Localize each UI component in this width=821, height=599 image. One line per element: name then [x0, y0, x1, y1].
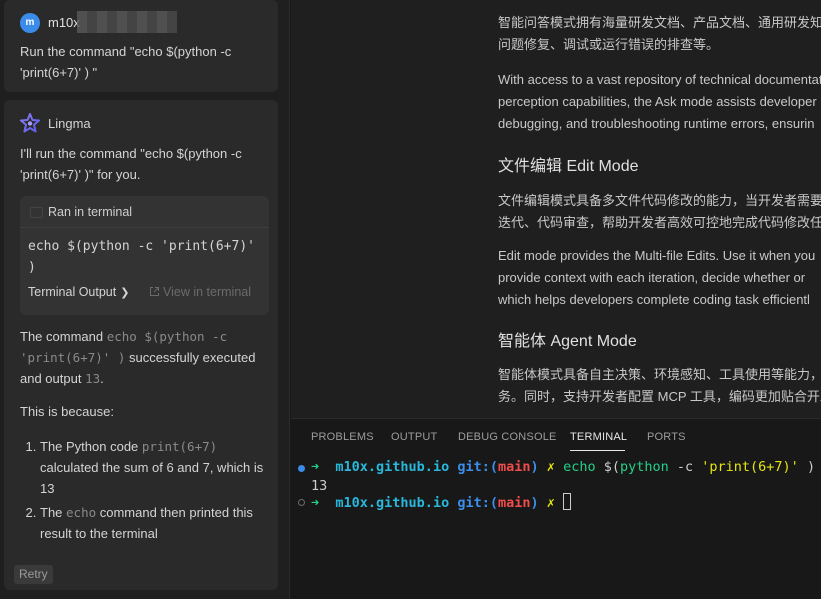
- doc-paragraph: 问题修复、调试或运行错误的排查等。: [498, 37, 720, 52]
- doc-paragraph: 迭代、代码审查，帮助开发者高效可控地完成代码修改任: [498, 215, 821, 230]
- chat-panel: m m10x Run the command "echo $(python -c…: [0, 0, 290, 599]
- active-tab-indicator: [570, 450, 625, 451]
- docs-content: 智能问答模式拥有海量研发文档、产品文档、通用研发知 问题修复、调试或运行错误的排…: [291, 0, 821, 418]
- doc-heading-agent: 智能体 Agent Mode: [498, 333, 637, 350]
- result-value: 13: [85, 371, 101, 386]
- list-item: The echo command then printed this resul…: [40, 502, 264, 544]
- terminal-output-toggle[interactable]: Terminal Output ❯: [28, 285, 129, 299]
- bottom-panel: PROBLEMS OUTPUT DEBUG CONSOLE TERMINAL P…: [291, 418, 821, 599]
- doc-paragraph: which helps developers complete coding t…: [498, 292, 810, 307]
- chevron-right-icon: ❯: [120, 287, 130, 299]
- doc-paragraph: With access to a vast repository of tech…: [498, 72, 821, 87]
- retry-button[interactable]: Retry: [14, 565, 53, 584]
- doc-paragraph: 智能体模式具备自主决策、环境感知、工具使用等能力，: [498, 367, 821, 382]
- lingma-logo-icon: [20, 113, 40, 133]
- terminal-icon: [30, 207, 43, 218]
- result-prefix: The command: [20, 329, 107, 344]
- user-message-card: m m10x Run the command "echo $(python -c…: [4, 0, 278, 92]
- assistant-name: Lingma: [48, 116, 91, 131]
- doc-paragraph: provide context with each iteration, dec…: [498, 270, 806, 285]
- redacted-name-blur: [77, 11, 177, 33]
- tab-ports[interactable]: PORTS: [647, 431, 686, 443]
- list-item: The Python code print(6+7) calculated th…: [40, 436, 264, 499]
- tab-problems[interactable]: PROBLEMS: [311, 431, 374, 443]
- doc-heading-edit: 文件编辑 Edit Mode: [498, 158, 639, 175]
- terminal-run-command: echo $(python -c 'print(6+7)' ): [28, 239, 255, 275]
- panel-tabs: PROBLEMS OUTPUT DEBUG CONSOLE TERMINAL P…: [291, 419, 821, 457]
- result-suffix: .: [100, 371, 104, 386]
- terminal-run-header[interactable]: Ran in terminal: [20, 196, 269, 228]
- user-avatar: m: [20, 13, 40, 33]
- terminal-cursor: [563, 493, 572, 510]
- tab-debug-console[interactable]: DEBUG CONSOLE: [458, 431, 557, 443]
- tab-output[interactable]: OUTPUT: [391, 431, 437, 443]
- terminal-view[interactable]: ➜ m10x.github.io git:(main) ✗ echo $(pyt…: [291, 457, 821, 599]
- external-link-icon: [150, 287, 159, 296]
- terminal-line-command: ➜ m10x.github.io git:(main) ✗ echo $(pyt…: [311, 459, 816, 475]
- terminal-line-prompt: ➜ m10x.github.io git:(main) ✗: [311, 493, 572, 511]
- tab-terminal[interactable]: TERMINAL: [570, 431, 627, 443]
- doc-paragraph: 文件编辑模式具备多文件代码修改的能力，当开发者需要: [498, 193, 821, 208]
- step-code: print(6+7): [141, 439, 218, 454]
- terminal-run-label: Ran in terminal: [48, 205, 133, 219]
- view-in-terminal-link[interactable]: View in terminal: [149, 285, 251, 299]
- reason-intro: This is because:: [20, 404, 114, 419]
- command-pending-dot: [298, 499, 305, 506]
- doc-paragraph: 务。同时，支持开发者配置 MCP 工具，编码更加贴合开发: [498, 389, 821, 404]
- terminal-output-label: Terminal Output: [28, 285, 117, 299]
- doc-paragraph: debugging, and troubleshooting runtime e…: [498, 116, 815, 131]
- doc-paragraph: 智能问答模式拥有海量研发文档、产品文档、通用研发知: [498, 15, 821, 30]
- username: m10x: [48, 15, 80, 30]
- assistant-message-card: Lingma I'll run the command "echo $(pyth…: [4, 100, 278, 590]
- assistant-intro-text: I'll run the command "echo $(python -c '…: [20, 146, 242, 182]
- doc-paragraph: perception capabilities, the Ask mode as…: [498, 94, 817, 109]
- terminal-run-card: Ran in terminal echo $(python -c 'print(…: [20, 196, 269, 315]
- doc-paragraph: Edit mode provides the Multi-file Edits.…: [498, 248, 816, 263]
- assistant-result-text: The command echo $(python -c 'print(6+7)…: [20, 326, 268, 389]
- user-message-text: Run the command "echo $(python -c 'print…: [20, 44, 232, 80]
- terminal-line-output: 13: [311, 478, 328, 494]
- reason-steps-list: The Python code print(6+7) calculated th…: [24, 436, 264, 547]
- command-success-dot: [298, 465, 305, 472]
- step-code: echo: [66, 505, 97, 520]
- view-in-terminal-label: View in terminal: [163, 285, 252, 299]
